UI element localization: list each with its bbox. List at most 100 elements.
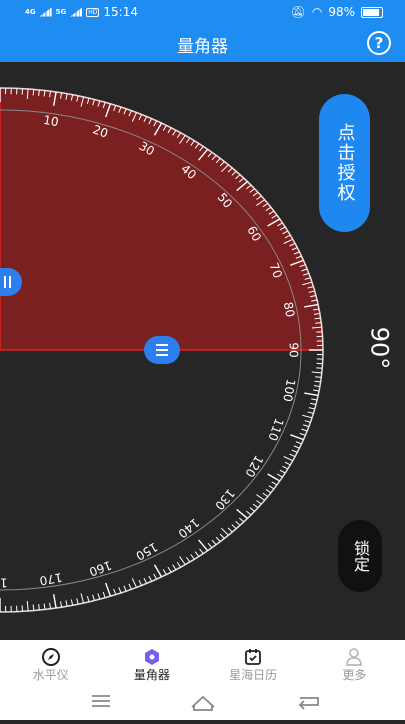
help-button[interactable]: ?	[367, 31, 391, 55]
rotate-handle-center[interactable]	[144, 336, 180, 364]
tick-mark	[180, 556, 186, 564]
tick-mark	[285, 462, 290, 465]
tick-label: 170	[38, 570, 63, 588]
tab-label: 星海日历	[203, 666, 304, 683]
tick-mark	[132, 578, 136, 587]
tick-mark	[199, 549, 203, 554]
tick-mark	[300, 433, 306, 435]
back-icon[interactable]	[300, 698, 318, 709]
tick-mark	[292, 450, 298, 452]
tick-mark	[282, 466, 287, 469]
tick-mark	[173, 565, 176, 570]
hexagon-icon	[142, 647, 162, 667]
tick-mark	[313, 390, 319, 391]
tick-mark	[315, 377, 321, 378]
tick-label: 130	[212, 486, 237, 513]
network-label-2: 5G	[56, 8, 67, 16]
tick-mark	[305, 421, 311, 423]
hd-badge: HD	[86, 8, 99, 17]
tick-mark	[212, 540, 216, 544]
tick-mark	[220, 534, 224, 538]
tick-mark	[93, 595, 95, 601]
network-label-1: 4G	[25, 8, 36, 16]
tick-mark	[232, 525, 236, 529]
tick-mark	[294, 446, 300, 448]
tick-mark	[301, 429, 307, 431]
protractor-area[interactable]: 1020304050607080901001101201301401501601…	[0, 62, 405, 640]
tab-calendar[interactable]: 星海日历	[203, 640, 304, 685]
tick-mark	[221, 528, 228, 535]
title-bar: 量角器 ?	[0, 24, 405, 62]
tick-mark	[27, 601, 28, 611]
tick-mark	[250, 508, 255, 512]
page-title: 量角器	[0, 32, 405, 57]
tick-mark	[315, 381, 321, 382]
tick-mark	[163, 569, 166, 574]
system-nav-bar	[0, 685, 405, 720]
menu-icon[interactable]	[92, 696, 110, 706]
tab-more[interactable]: 更多	[304, 640, 405, 685]
tick-mark	[303, 425, 309, 427]
tab-protractor[interactable]: 量角器	[101, 640, 202, 685]
tick-mark	[237, 509, 248, 518]
tick-mark	[44, 604, 45, 610]
wifi-icon: ◠	[312, 5, 322, 19]
tick-mark	[71, 599, 72, 605]
tick-mark	[208, 543, 212, 548]
tick-label: 120	[242, 453, 266, 480]
angle-readout: 90°	[365, 327, 393, 370]
home-icon[interactable]	[192, 697, 214, 710]
tick-mark	[310, 403, 316, 404]
tick-mark	[87, 596, 89, 602]
tick-mark	[304, 393, 318, 395]
tick-mark	[239, 518, 244, 522]
tab-level[interactable]: 水平仪	[0, 640, 101, 685]
tick-mark	[263, 493, 268, 496]
tick-mark	[296, 442, 302, 444]
tick-mark	[186, 557, 190, 562]
tick-mark	[269, 486, 274, 489]
tick-mark	[277, 474, 282, 477]
tick-mark	[54, 594, 56, 608]
tick-mark	[195, 552, 199, 557]
signal-icon	[40, 8, 52, 17]
tick-label: 150	[133, 540, 160, 564]
tick-mark	[114, 589, 116, 595]
tick-mark	[81, 593, 84, 603]
tick-mark	[266, 489, 271, 492]
compass-icon	[41, 647, 61, 667]
tick-mark	[98, 593, 100, 599]
tick-mark	[268, 474, 280, 481]
tick-mark	[256, 500, 261, 504]
tick-mark	[284, 456, 293, 460]
status-bar: 4G 5G HD 15:14 🔕︎ ◠ 98%	[0, 0, 405, 24]
tick-mark	[315, 323, 321, 324]
mute-icon: 🔕︎	[291, 5, 306, 19]
tick-mark	[290, 435, 303, 440]
tick-mark	[154, 574, 157, 579]
tick-label: 10	[42, 113, 59, 129]
tab-label: 水平仪	[0, 666, 101, 683]
authorize-button[interactable]: 点击授权	[319, 94, 370, 232]
tick-mark	[256, 495, 264, 501]
signal-icon-2	[70, 8, 82, 17]
tick-mark	[177, 562, 180, 567]
tick-mark	[308, 412, 314, 413]
tick-label: 90	[287, 342, 301, 357]
lock-button[interactable]: 锁定	[338, 520, 382, 592]
tick-mark	[253, 504, 258, 508]
tick-label: 110	[265, 416, 286, 442]
tab-label: 更多	[304, 666, 405, 683]
tick-mark	[119, 587, 121, 593]
tick-mark	[290, 454, 295, 456]
tick-mark	[149, 576, 152, 581]
tick-mark	[191, 554, 195, 559]
tick-mark	[246, 511, 251, 515]
tick-mark	[139, 580, 142, 585]
tick-label: 140	[175, 515, 202, 540]
tick-mark	[39, 604, 40, 610]
tick-mark	[216, 537, 220, 541]
tick-mark	[50, 603, 51, 609]
tick-mark	[168, 567, 171, 572]
tick-mark	[33, 89, 34, 95]
